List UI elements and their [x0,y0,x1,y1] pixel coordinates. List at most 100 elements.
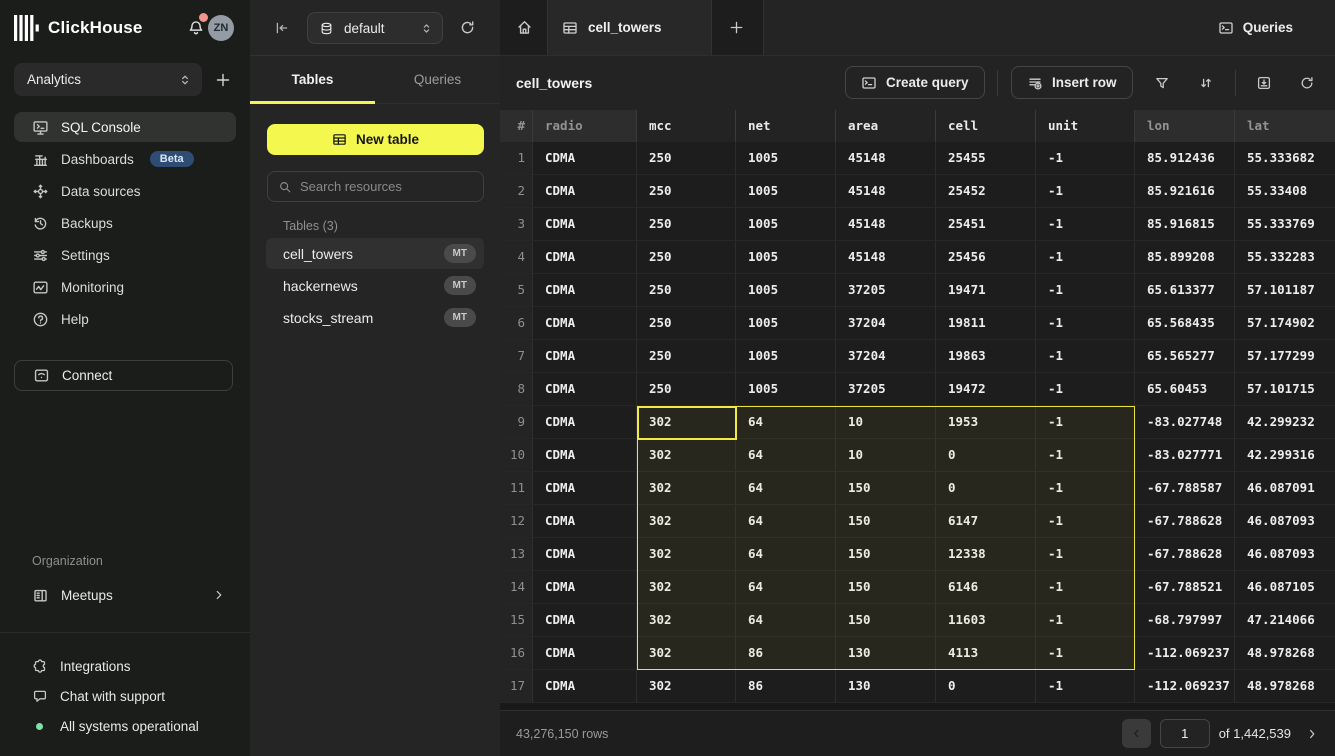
table-cell[interactable]: 37204 [836,340,936,373]
table-cell[interactable]: -1 [1036,307,1135,340]
table-cell[interactable]: CDMA [533,340,637,373]
table-cell[interactable]: CDMA [533,571,637,604]
sidebar-item-monitoring[interactable]: Monitoring [14,272,236,302]
table-cell[interactable]: 250 [637,274,736,307]
sort-icon[interactable] [1198,75,1214,91]
sidebar-item-help[interactable]: Help [14,304,236,334]
table-cell[interactable]: 86 [736,637,836,670]
table-cell[interactable]: -1 [1036,604,1135,637]
tab-queries[interactable]: Queries [375,56,500,103]
table-cell[interactable]: 130 [836,670,936,703]
table-cell[interactable]: 1005 [736,373,836,406]
column-header[interactable]: net [736,110,836,142]
table-cell[interactable]: CDMA [533,439,637,472]
connect-button[interactable]: Connect [14,360,233,391]
table-cell[interactable]: 57.101715 [1235,373,1335,406]
table-cell[interactable]: 11603 [936,604,1036,637]
table-cell[interactable]: 65.60453 [1135,373,1235,406]
table-cell[interactable]: 302 [637,505,736,538]
table-cell[interactable]: 1005 [736,274,836,307]
table-cell[interactable]: 1953 [936,406,1036,439]
column-header[interactable]: radio [533,110,637,142]
tab-cell-towers[interactable]: cell_towers [547,0,712,55]
column-header[interactable]: cell [936,110,1036,142]
table-cell[interactable]: -112.069237 [1135,637,1235,670]
download-icon[interactable] [1256,75,1272,91]
table-cell[interactable]: 86 [736,670,836,703]
table-cell[interactable]: 1005 [736,340,836,373]
table-cell[interactable]: 64 [736,571,836,604]
table-cell[interactable]: CDMA [533,175,637,208]
table-cell[interactable]: 42.299316 [1235,439,1335,472]
workspace-selector[interactable]: Analytics [14,63,202,96]
home-icon[interactable] [516,19,533,36]
table-cell[interactable]: 1005 [736,175,836,208]
add-workspace-button[interactable] [215,72,231,88]
new-table-button[interactable]: New table [267,124,484,155]
table-cell[interactable]: 250 [637,175,736,208]
queries-button[interactable]: Queries [1218,0,1293,55]
table-cell[interactable]: 46.087093 [1235,538,1335,571]
table-cell[interactable]: -1 [1036,637,1135,670]
table-cell[interactable]: CDMA [533,505,637,538]
table-cell[interactable]: 64 [736,538,836,571]
table-cell[interactable]: 48.978268 [1235,670,1335,703]
sidebar-item-data-sources[interactable]: Data sources [14,176,236,206]
table-cell[interactable]: 1005 [736,307,836,340]
table-cell[interactable]: 12338 [936,538,1036,571]
table-cell[interactable]: 64 [736,604,836,637]
table-cell[interactable]: 64 [736,439,836,472]
table-cell[interactable]: 10 [836,406,936,439]
system-status[interactable]: All systems operational [32,711,232,741]
table-cell[interactable]: CDMA [533,472,637,505]
search-input[interactable] [300,179,473,194]
table-cell[interactable]: 302 [637,472,736,505]
table-cell[interactable]: 64 [736,505,836,538]
table-cell[interactable]: 85.916815 [1135,208,1235,241]
table-cell[interactable]: 45148 [836,175,936,208]
table-cell[interactable]: 19863 [936,340,1036,373]
table-cell[interactable]: -1 [1036,439,1135,472]
table-cell[interactable]: -1 [1036,538,1135,571]
table-cell[interactable]: 25452 [936,175,1036,208]
table-cell[interactable]: 45148 [836,241,936,274]
table-cell[interactable]: 37205 [836,274,936,307]
table-cell[interactable]: 302 [637,538,736,571]
column-header[interactable]: unit [1036,110,1135,142]
table-cell[interactable]: 19472 [936,373,1036,406]
table-cell[interactable]: 42.299232 [1235,406,1335,439]
table-cell[interactable]: 45148 [836,142,936,175]
table-list-item-stocks-stream[interactable]: stocks_stream MT [266,302,484,333]
table-cell[interactable]: 55.333682 [1235,142,1335,175]
table-cell[interactable]: -1 [1036,274,1135,307]
table-cell[interactable]: 302 [637,439,736,472]
column-header[interactable]: lon [1135,110,1235,142]
table-cell[interactable]: CDMA [533,241,637,274]
table-cell[interactable]: 25451 [936,208,1036,241]
table-cell[interactable]: 25456 [936,241,1036,274]
filter-icon[interactable] [1154,75,1170,91]
table-cell[interactable]: -1 [1036,340,1135,373]
sidebar-item-backups[interactable]: Backups [14,208,236,238]
sidebar-item-chat-support[interactable]: Chat with support [32,681,232,711]
sidebar-item-sql-console[interactable]: SQL Console [14,112,236,142]
table-cell[interactable]: 47.214066 [1235,604,1335,637]
insert-row-button[interactable]: Insert row [1011,66,1133,99]
next-page-button[interactable] [1305,726,1321,742]
prev-page-button[interactable] [1122,719,1151,748]
table-cell[interactable]: -1 [1036,241,1135,274]
table-cell[interactable]: -1 [1036,472,1135,505]
table-cell[interactable]: -1 [1036,670,1135,703]
table-list-item-hackernews[interactable]: hackernews MT [266,270,484,301]
table-cell[interactable]: 46.087091 [1235,472,1335,505]
table-cell[interactable]: 250 [637,241,736,274]
table-cell[interactable]: CDMA [533,604,637,637]
table-cell[interactable]: -1 [1036,142,1135,175]
table-cell[interactable]: -68.797997 [1135,604,1235,637]
table-cell[interactable]: 64 [736,406,836,439]
table-cell[interactable]: -1 [1036,505,1135,538]
table-cell[interactable]: 37205 [836,373,936,406]
table-cell[interactable]: 55.33408 [1235,175,1335,208]
table-cell[interactable]: 45148 [836,208,936,241]
table-cell[interactable]: CDMA [533,406,637,439]
